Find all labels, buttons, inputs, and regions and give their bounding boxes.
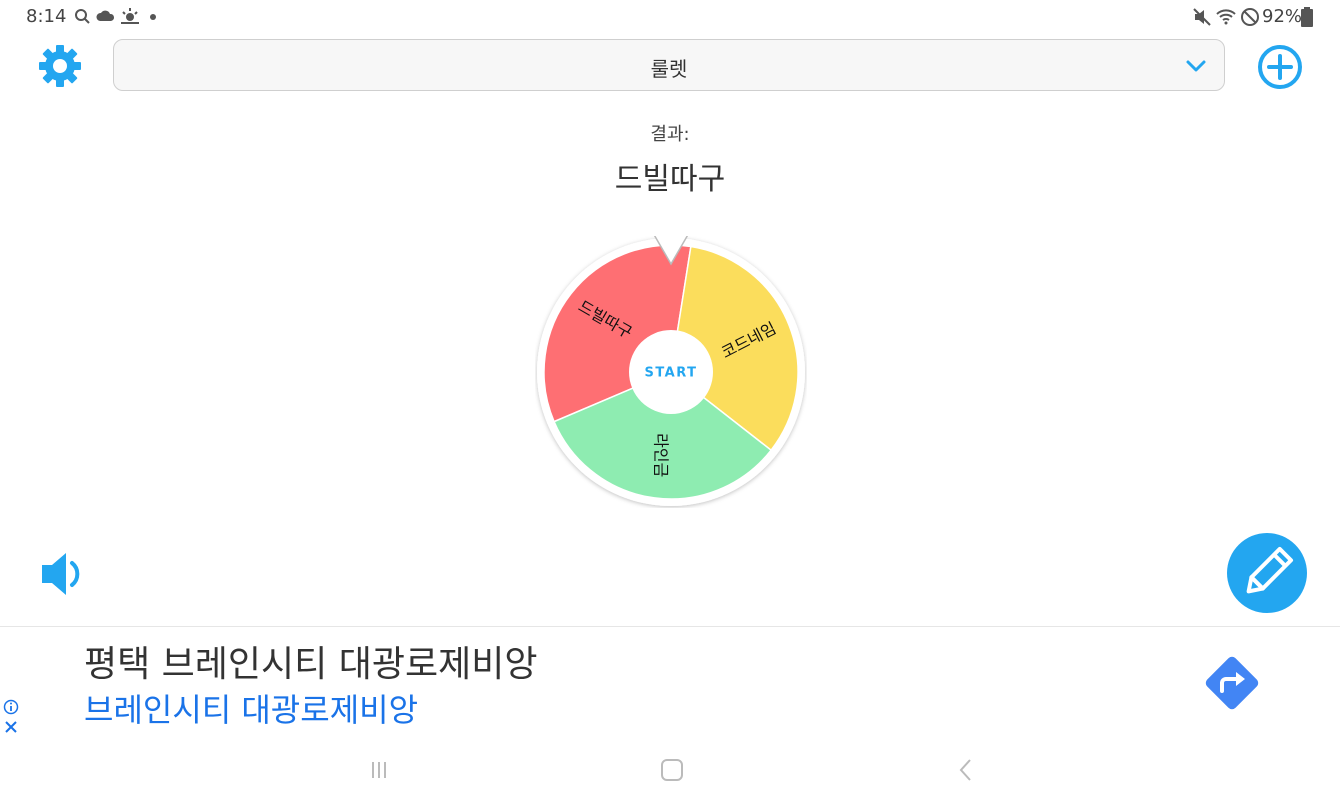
mute-icon [1193,8,1211,26]
ad-title[interactable]: 평택 브레인시티 대광로제비앙 [84,635,537,687]
settings-gear-icon[interactable] [36,42,84,90]
roulette-wheel[interactable]: 드빌따구 코드네임 라인금 START [535,236,807,508]
pencil-icon [1246,546,1294,594]
wheel-segment-label: 라인금 [652,433,671,477]
recent-apps-icon[interactable] [365,756,393,784]
status-bar: 8:14 92% [0,0,1340,34]
home-icon[interactable] [658,756,686,784]
ad-subtitle[interactable]: 브레인시티 대광로제비앙 [84,685,418,731]
close-icon[interactable] [3,719,19,735]
roulette-select-dropdown[interactable]: 룰렛 [113,39,1225,91]
info-icon[interactable] [3,699,19,715]
search-icon [75,9,90,24]
edit-button[interactable] [1227,533,1307,613]
directions-arrow-icon[interactable] [1200,651,1264,715]
dot-icon [150,14,156,20]
back-icon[interactable] [952,756,980,784]
do-not-disturb-icon [1241,8,1259,26]
wifi-icon [1216,9,1236,25]
weather-icon [121,8,139,24]
volume-icon[interactable] [36,547,90,601]
cloud-icon [96,10,115,21]
chevron-down-icon [1186,60,1206,72]
start-label: START [644,366,697,381]
battery-percentage: 92% [1262,6,1303,27]
ad-banner[interactable]: 평택 브레인시티 대광로제비앙 브레인시티 대광로제비앙 [0,626,1340,742]
roulette-select-label: 룰렛 [650,57,688,81]
result-value: 드빌따구 [614,162,726,197]
status-time: 8:14 [26,6,67,27]
navigation-bar [0,742,1340,800]
result-label: 결과: [650,124,690,145]
add-circle-icon[interactable] [1256,43,1304,91]
battery-icon [1301,7,1313,27]
